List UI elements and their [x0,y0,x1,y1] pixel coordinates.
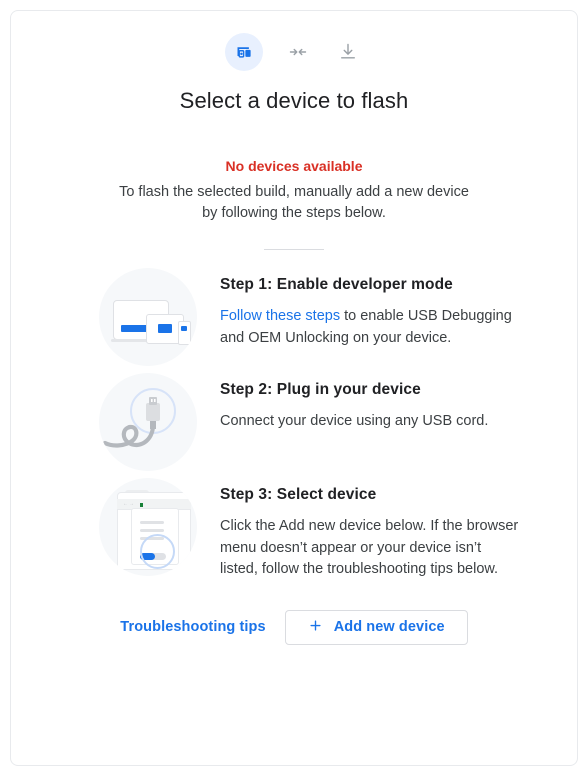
step-item-2: Step 2: Plug in your device Connect your… [11,373,577,471]
step-title: Step 1: Enable developer mode [220,276,453,293]
troubleshooting-tips-link[interactable]: Troubleshooting tips [120,619,265,635]
connect-arrows-icon[interactable] [283,37,313,67]
add-new-device-button[interactable]: Add new device [284,609,468,645]
step-item-3: ←→ Step 3: Select device Click the Add n… [11,478,577,581]
step-title: Step 2: Plug in your device [220,381,421,398]
devices-illustration [99,268,197,366]
card-footer: Troubleshooting tips Add new device [11,609,577,645]
section-divider [264,249,324,250]
no-devices-status: No devices available [225,158,363,174]
page-title: Select a device to flash [179,88,409,113]
add-new-device-label: Add new device [333,619,445,635]
device-flash-card: Select a device to flash No devices avai… [10,10,578,766]
step-text: Connect your device using any USB cord. [220,413,489,429]
browser-menu-illustration: ←→ [99,478,197,576]
devices-icon[interactable] [225,33,263,71]
step-item-1: Step 1: Enable developer mode Follow the… [11,268,577,366]
step-text: Follow these steps to enable USB Debuggi… [220,306,521,349]
step-text: Click the Add new device below. If the b… [220,518,519,577]
steps-list: Step 1: Enable developer mode Follow the… [11,268,577,581]
step-title: Step 3: Select device [220,486,377,503]
follow-these-steps-link[interactable]: Follow these steps [220,308,340,324]
wizard-step-icons [11,33,577,71]
plus-icon [308,618,323,637]
download-icon[interactable] [333,37,363,67]
usb-cable-illustration [99,373,197,471]
status-description: To flash the selected build, manually ad… [119,184,469,221]
